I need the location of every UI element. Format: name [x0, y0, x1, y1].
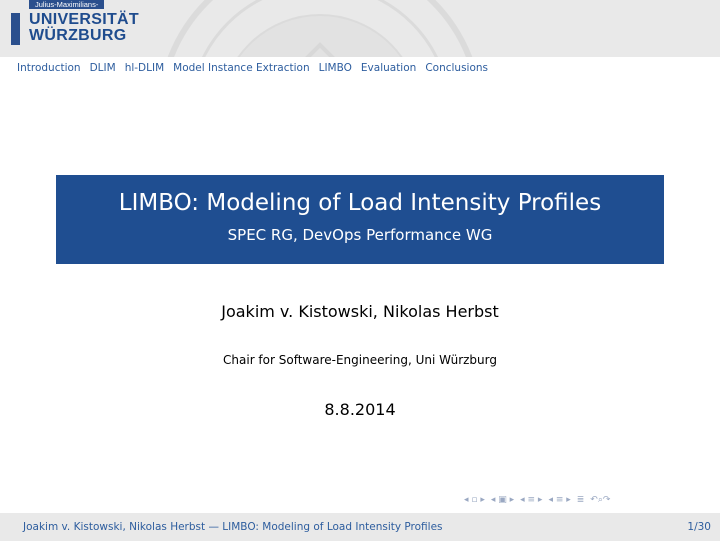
logo-subtitle: Julius-Maximilians-: [29, 0, 105, 9]
nav-item-hl-dlim[interactable]: hl-DLIM: [125, 62, 164, 76]
nav-item-introduction[interactable]: Introduction: [17, 62, 81, 76]
logo-line-2: WÜRZBURG: [29, 27, 127, 44]
nav-item-limbo[interactable]: LIMBO: [319, 62, 352, 76]
date: 8.8.2014: [324, 400, 396, 419]
logo-line-1: UNIVERSITÄT: [29, 11, 139, 28]
slide-subtitle: SPEC RG, DevOps Performance WG: [227, 226, 493, 244]
search-icon[interactable]: ↶⌕↷: [590, 495, 610, 505]
logo-bar: [11, 13, 20, 45]
author: Joakim v. Kistowski, Nikolas Herbst: [221, 302, 499, 321]
nav-item-evaluation[interactable]: Evaluation: [361, 62, 416, 76]
align-icon[interactable]: ≣: [577, 495, 585, 505]
beamer-navigation: ◂ ▫ ▸ ◂ ▣ ▸ ◂ ≡ ▸ ◂ ≡ ▸ ≣ ↶⌕↷: [464, 493, 712, 507]
frame-nav-icon[interactable]: ◂ ▫ ▸: [464, 495, 485, 505]
slide-title: LIMBO: Modeling of Load Intensity Profil…: [118, 190, 602, 216]
university-seal-icon: [167, 0, 473, 57]
slide-nav-icon[interactable]: ◂ ≡ ▸: [548, 495, 570, 505]
section-nav: Introduction DLIM hl-DLIM Model Instance…: [17, 62, 488, 76]
nav-item-model-instance-extraction[interactable]: Model Instance Extraction: [173, 62, 309, 76]
nav-item-conclusions[interactable]: Conclusions: [425, 62, 488, 76]
title-block: LIMBO: Modeling of Load Intensity Profil…: [56, 175, 664, 264]
subsection-nav-icon[interactable]: ◂ ▣ ▸: [491, 495, 514, 505]
header-bar: Julius-Maximilians- UNIVERSITÄT WÜRZBURG: [0, 0, 720, 57]
institute: Chair for Software-Engineering, Uni Würz…: [223, 353, 497, 367]
footer-bar: Joakim v. Kistowski, Nikolas Herbst — LI…: [0, 513, 720, 541]
footer-info: Joakim v. Kistowski, Nikolas Herbst — LI…: [23, 521, 443, 533]
page-number: 1/30: [687, 521, 711, 533]
section-nav-icon[interactable]: ◂ ≡ ▸: [520, 495, 542, 505]
university-logo: UNIVERSITÄT WÜRZBURG: [29, 12, 139, 44]
nav-item-dlim[interactable]: DLIM: [90, 62, 116, 76]
